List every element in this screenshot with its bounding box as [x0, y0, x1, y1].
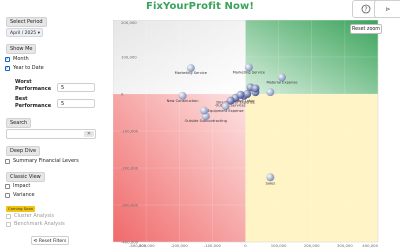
ytd-checkbox[interactable]: ✓ — [5, 66, 10, 71]
search-label: Search — [6, 118, 32, 128]
month-label: Month — [13, 56, 29, 62]
x-tick-label: 100,000 — [271, 243, 287, 248]
best-performance-label: Best Performance — [15, 96, 52, 109]
y-tick-label: -300,000 — [121, 203, 139, 208]
data-point — [251, 84, 260, 93]
benchmark-label: Benchmark Analysis — [14, 221, 65, 227]
summary-label: Summary Financial Levers — [13, 158, 79, 164]
x-tick-label: -300,000 — [138, 243, 156, 248]
benchmark-checkbox — [6, 222, 11, 227]
data-label: Outside Subcontracting — [185, 119, 227, 123]
variance-checkbox-row[interactable]: Variance — [5, 192, 35, 199]
variance-label: Variance — [13, 192, 35, 198]
coming-soon-badge: Coming Soon — [6, 206, 36, 212]
close-icon[interactable]: ✕ — [84, 131, 94, 137]
chevron-down-icon: ▾ — [37, 31, 40, 36]
data-point — [266, 88, 275, 97]
select-period-label: Select Period — [6, 17, 47, 27]
variance-checkbox[interactable] — [5, 193, 10, 198]
svg-text:?: ? — [364, 6, 367, 13]
show-me-label: Show Me — [6, 44, 37, 54]
data-label: Outside Services — [216, 104, 246, 108]
ytd-label: Year to Date — [13, 65, 44, 71]
reset-filters-button[interactable]: ⟲ Reset Filters — [31, 236, 69, 245]
impact-checkbox[interactable] — [5, 184, 10, 189]
month-checkbox[interactable]: ✓ — [5, 57, 10, 62]
x-tick-label: 300,000 — [337, 243, 353, 248]
worst-performance-label: Worst Performance — [15, 79, 52, 92]
month-checkbox-row[interactable]: ✓ Month — [5, 56, 29, 63]
x-tick-label: -100,000 — [204, 243, 222, 248]
play-icon: ⊳ — [385, 5, 391, 13]
classic-view-label: Classic View — [6, 172, 45, 182]
app-title: FixYourProfit Now! — [146, 1, 254, 12]
deep-dive-label: Deep Dive — [6, 146, 41, 156]
summary-checkbox[interactable] — [5, 159, 10, 164]
data-label: Sales — [266, 181, 276, 185]
scatter-chart[interactable]: 200,000 100,000 0 -100,000 -200,000 -300,000 -… — [113, 20, 390, 250]
data-point — [200, 106, 209, 115]
cluster-label: Cluster Analysis — [14, 213, 54, 219]
x-tick-label: 0 — [244, 243, 247, 248]
data-label: Marketing Service — [175, 71, 208, 75]
data-point — [236, 90, 245, 99]
question-circle-icon: ? — [361, 4, 371, 14]
benchmark-analysis-row: Benchmark Analysis — [6, 221, 65, 228]
x-tick-label: 200,000 — [304, 243, 320, 248]
data-point — [266, 173, 275, 182]
period-dropdown[interactable]: April / 2025 ▾ — [6, 28, 43, 37]
search-input[interactable]: ✕ — [6, 129, 96, 139]
data-label: New Construction — [167, 99, 199, 103]
play-button[interactable]: ⊳ — [374, 0, 400, 18]
x-tick-label: -200,000 — [171, 243, 189, 248]
best-performance-input[interactable]: 5 — [57, 99, 95, 108]
x-tick-label: 400,000 — [362, 243, 378, 248]
reset-zoom-button[interactable]: Reset zoom — [350, 24, 382, 34]
ytd-checkbox-row[interactable]: ✓ Year to Date — [5, 65, 44, 72]
y-tick-label: 100,000 — [121, 55, 137, 60]
cluster-checkbox — [6, 214, 11, 219]
data-label: Equipment Expense — [208, 109, 245, 113]
data-label: Material Expense — [266, 80, 298, 84]
impact-label: Impact — [13, 183, 31, 189]
data-label: Marketing Service — [233, 70, 266, 74]
worst-performance-input[interactable]: 5 — [57, 83, 95, 92]
y-tick-label: -200,000 — [121, 166, 139, 171]
y-tick-label: -100,000 — [121, 129, 139, 134]
period-value: April / 2025 — [10, 31, 37, 36]
y-tick-label: 200,000 — [121, 20, 137, 25]
impact-checkbox-row[interactable]: Impact — [5, 183, 30, 190]
cluster-analysis-row: Cluster Analysis — [6, 213, 54, 220]
summary-checkbox-row[interactable]: Summary Financial Levers — [5, 158, 79, 165]
